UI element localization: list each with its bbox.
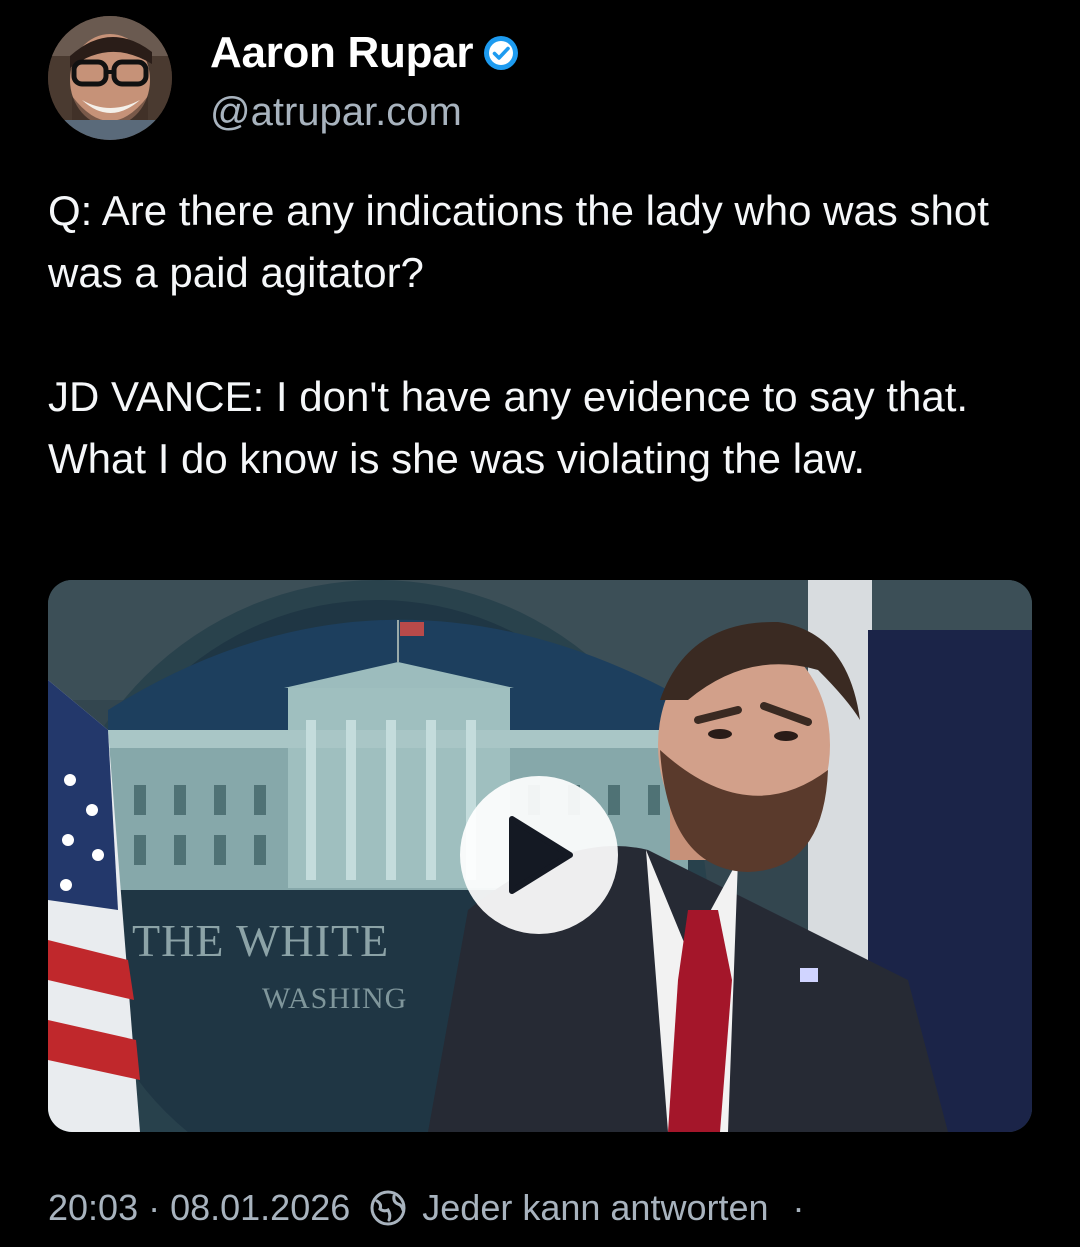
display-name-row: Aaron Rupar <box>210 28 519 78</box>
seal-text: THE WHITE <box>132 915 390 966</box>
reply-settings-icon <box>370 1190 406 1226</box>
video-player[interactable]: THE WHITE WASHING <box>48 580 1032 1132</box>
separator: · <box>148 1187 161 1228</box>
post-paragraph: JD VANCE: I don't have any evidence to s… <box>48 373 980 482</box>
post-text: Q: Are there any indications the lady wh… <box>48 180 1038 490</box>
separator: · <box>792 1187 805 1228</box>
post-footer: 20:03 · 08.01.2026 Jeder kann antworten … <box>48 1184 815 1232</box>
reply-setting-label[interactable]: Jeder kann antworten <box>422 1187 768 1229</box>
post-paragraph: Q: Are there any indications the lady wh… <box>48 187 1001 296</box>
display-name[interactable]: Aaron Rupar <box>210 28 473 78</box>
handle[interactable]: @atrupar.com <box>210 90 462 135</box>
avatar[interactable] <box>48 16 172 140</box>
verified-badge-icon <box>484 36 519 70</box>
play-icon <box>509 816 573 894</box>
avatar-photo <box>48 16 172 140</box>
post-time: 20:03 <box>48 1187 139 1228</box>
seal-text: WASHING <box>262 982 408 1015</box>
post-header: Aaron Rupar @atrupar.com <box>48 14 1028 144</box>
play-button[interactable] <box>460 776 618 934</box>
post-date: 08.01.2026 <box>170 1187 351 1228</box>
